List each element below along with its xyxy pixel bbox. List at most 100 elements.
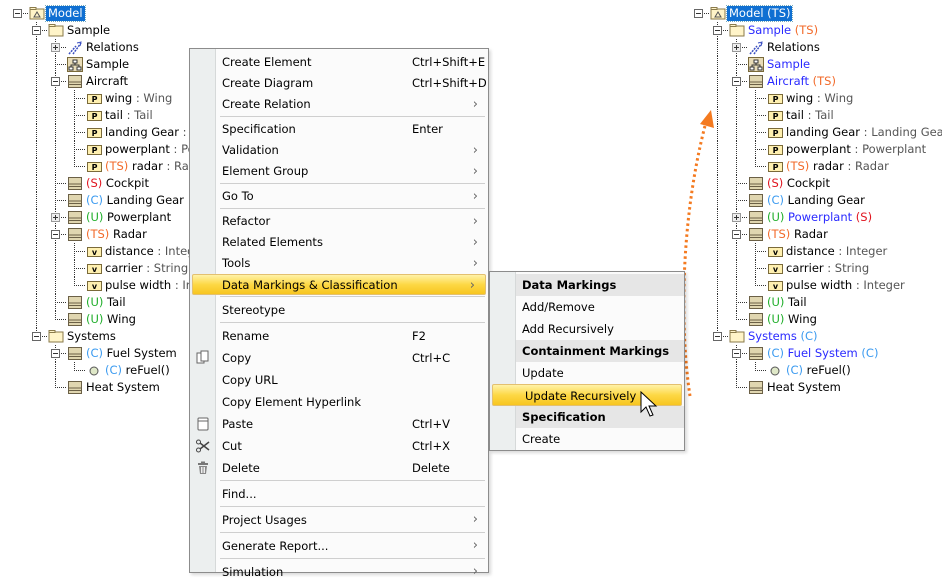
menu-item-add-remove[interactable]: Add/Remove [490, 296, 684, 318]
tree-node-label[interactable]: carrier : String [103, 261, 190, 276]
tree-node-label[interactable]: (C) Landing Gear [84, 193, 186, 208]
menu-item-delete[interactable]: Delete Delete [190, 457, 488, 479]
menu-item-data-markings-classification[interactable]: Data Markings & Classification › [192, 274, 486, 295]
tree-node-label[interactable]: Sample [84, 57, 131, 72]
tree-node[interactable]: Sample [681, 56, 941, 73]
tree-node-label[interactable]: (C) Landing Gear [765, 193, 867, 208]
menu-item-element-group[interactable]: Element Group › [190, 161, 488, 182]
tree-node-label[interactable]: carrier : String [784, 261, 871, 276]
tree-node-label[interactable]: (S) Cockpit [84, 176, 151, 191]
tree-node-label[interactable]: Heat System [84, 380, 162, 395]
tree-node[interactable]: (U) Tail [681, 294, 941, 311]
menu-item-generate-report[interactable]: Generate Report... › [190, 535, 488, 557]
tree-node[interactable]: Sample (TS) [681, 22, 941, 39]
tree-node-label[interactable]: (U) Powerplant [84, 210, 173, 225]
collapse-icon[interactable] [51, 230, 60, 239]
tree-node-label[interactable]: (TS) Radar [84, 227, 149, 242]
menu-item-update[interactable]: Update [490, 362, 684, 384]
tree-node[interactable]: (C) Fuel System (C) [681, 345, 941, 362]
tree-node[interactable]: v distance : Integer [681, 243, 941, 260]
tree-node-label[interactable]: Aircraft (TS) [765, 74, 838, 89]
menu-item-related-elements[interactable]: Related Elements › [190, 232, 488, 253]
tree-node[interactable]: P (TS) radar : Radar [681, 158, 941, 175]
tree-node[interactable]: Ptail : Tail [681, 107, 941, 124]
menu-item-cut[interactable]: Cut Ctrl+X [190, 435, 488, 457]
tree-node[interactable]: (U) Wing [681, 311, 941, 328]
tree-node[interactable]: Model (TS) [681, 5, 941, 22]
menu-item-copy-url[interactable]: Copy URL [190, 369, 488, 391]
tree-node-label[interactable]: (TS) radar : Radar [784, 159, 891, 174]
tree-node-label[interactable]: tail : Tail [103, 108, 155, 123]
tree-node[interactable]: Planding Gear : Landing Gear [681, 124, 942, 141]
menu-item-copy[interactable]: Copy Ctrl+C [190, 347, 488, 369]
tree-node[interactable]: Relations [681, 39, 941, 56]
tree-node-label[interactable]: Relations [765, 40, 822, 55]
tree-node[interactable]: Sample [0, 22, 260, 39]
tree-node[interactable]: (TS) Radar [681, 226, 941, 243]
collapse-icon[interactable] [51, 349, 60, 358]
tree-node[interactable]: Systems (C) [681, 328, 941, 345]
collapse-icon[interactable] [13, 9, 22, 18]
menu-item-copy-element-hyperlink[interactable]: Copy Element Hyperlink [190, 391, 488, 413]
tree-node-label[interactable]: (C) reFuel() [784, 363, 853, 378]
menu-item-rename[interactable]: Rename F2 [190, 325, 488, 347]
collapse-icon[interactable] [713, 26, 722, 35]
tree-node-label[interactable]: (U) Tail [84, 295, 128, 310]
tree-node-label[interactable]: (U) Powerplant (S) [765, 210, 874, 225]
expand-icon[interactable] [51, 213, 60, 222]
tree-node-label[interactable]: wing : Wing [784, 91, 855, 106]
collapse-icon[interactable] [51, 77, 60, 86]
tree-node-label[interactable]: Heat System [765, 380, 843, 395]
tree-node-label[interactable]: (C) reFuel() [103, 363, 172, 378]
expand-icon[interactable] [732, 43, 741, 52]
menu-item-validation[interactable]: Validation › [190, 140, 488, 161]
menu-item-go-to[interactable]: Go To › [190, 186, 488, 207]
tree-node-label[interactable]: Sample [65, 23, 112, 38]
tree-node-label[interactable]: landing Gear : Landing Gear [784, 125, 942, 140]
expand-icon[interactable] [51, 43, 60, 52]
menu-item-paste[interactable]: Paste Ctrl+V [190, 413, 488, 435]
menu-item-create-diagram[interactable]: Create Diagram Ctrl+Shift+D [190, 73, 488, 94]
tree-node-label[interactable]: Model (TS) [725, 5, 794, 22]
tree-node-label[interactable]: pulse width : Integer [784, 278, 907, 293]
tree-node-label[interactable]: (U) Wing [765, 312, 819, 327]
tree-node-label[interactable]: tail : Tail [784, 108, 836, 123]
collapse-icon[interactable] [32, 26, 41, 35]
tree-node-label[interactable]: wing : Wing [103, 91, 174, 106]
tree-node-label[interactable]: (U) Tail [765, 295, 809, 310]
tree-node-label[interactable]: (C) Fuel System (C) [765, 346, 880, 361]
collapse-icon[interactable] [694, 9, 703, 18]
tree-node[interactable]: (C) reFuel() [681, 362, 941, 379]
tree-node-label[interactable]: Relations [84, 40, 141, 55]
collapse-icon[interactable] [732, 349, 741, 358]
tree-node[interactable]: Heat System [681, 379, 941, 396]
tree-node-label[interactable]: (U) Wing [84, 312, 138, 327]
tree-node-label[interactable]: Aircraft [84, 74, 130, 89]
tree-node-label[interactable]: (TS) Radar [765, 227, 830, 242]
tree-node-label[interactable]: Model [45, 5, 86, 22]
collapse-icon[interactable] [32, 332, 41, 341]
tree-node[interactable]: Aircraft (TS) [681, 73, 941, 90]
expand-icon[interactable] [732, 213, 741, 222]
menu-item-refactor[interactable]: Refactor › [190, 211, 488, 232]
tree-node[interactable]: Model [0, 5, 260, 22]
tree-node-label[interactable]: Systems [65, 329, 118, 344]
menu-item-add-recursively[interactable]: Add Recursively [490, 318, 684, 340]
tree-node[interactable]: (C) Landing Gear [681, 192, 941, 209]
tree-node-label[interactable]: (C) Fuel System [84, 346, 179, 361]
menu-item-find[interactable]: Find... [190, 483, 488, 505]
tree-node-label[interactable]: powerplant : Powerplant [784, 142, 928, 157]
menu-item-project-usages[interactable]: Project Usages › [190, 509, 488, 531]
menu-item-specification[interactable]: Specification Enter [190, 119, 488, 140]
menu-item-create-element[interactable]: Create Element Ctrl+Shift+E [190, 52, 488, 73]
collapse-icon[interactable] [732, 77, 741, 86]
tree-node-label[interactable]: Sample (TS) [746, 23, 820, 38]
tree-node[interactable]: (U) Powerplant (S) [681, 209, 941, 226]
tree-node[interactable]: Ppowerplant : Powerplant [681, 141, 941, 158]
collapse-icon[interactable] [732, 230, 741, 239]
tree-node[interactable]: Pwing : Wing [681, 90, 941, 107]
containment-tree-after[interactable]: Model (TS) Sample (TS) Relations Sample Airc… [681, 5, 942, 405]
tree-node-label[interactable]: Systems (C) [746, 329, 820, 344]
tree-node[interactable]: v pulse width : Integer [681, 277, 941, 294]
menu-item-create[interactable]: Create [490, 428, 684, 450]
